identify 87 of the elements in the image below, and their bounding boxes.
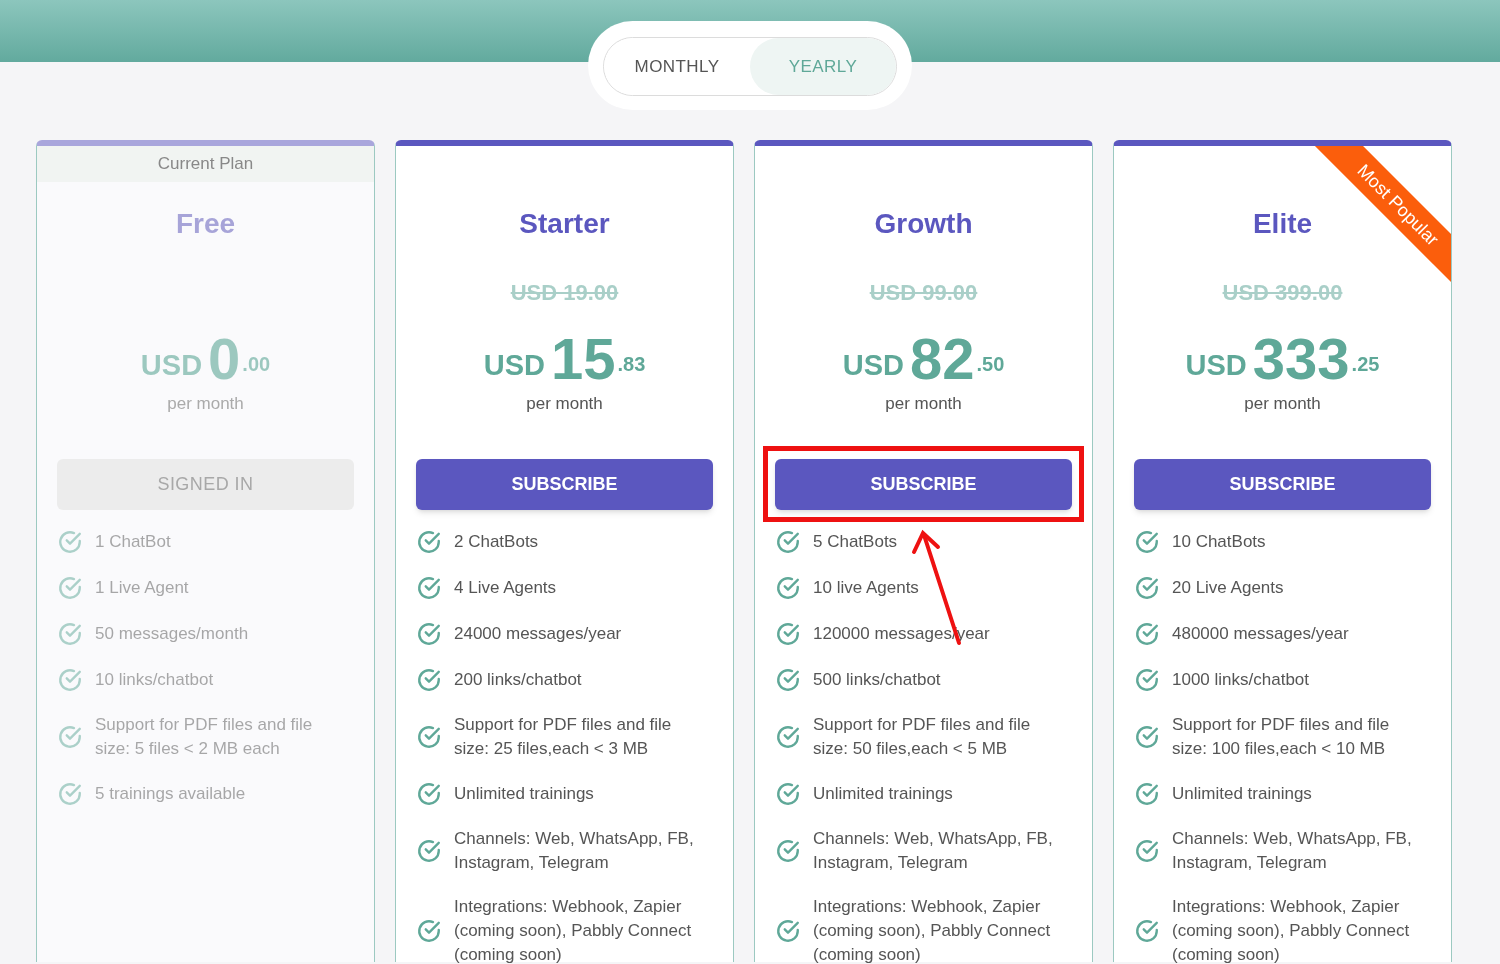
price-amount: 0 (208, 330, 241, 388)
feature-text: Unlimited trainings (813, 783, 954, 805)
price-currency: USD (140, 351, 203, 380)
check-circle-icon (1134, 918, 1160, 944)
subscribe-button[interactable]: SUBSCRIBE (416, 459, 713, 510)
check-circle-icon (1134, 621, 1160, 647)
plan-title: Free (175, 208, 236, 239)
check-circle-icon (416, 667, 442, 693)
price-currency: USD (842, 351, 904, 380)
feature-text: 1 ChatBot (95, 531, 172, 553)
feature-text: 200 links/chatbot (454, 669, 583, 691)
check-circle-icon (1134, 781, 1160, 807)
feature-text: Channels: Web, WhatsApp, FB, Instagram, Telegram (813, 828, 1054, 874)
check-circle-icon (775, 918, 801, 944)
feature-text: Support for PDF files and file size: 25 files,each < 3 MB (454, 714, 673, 760)
subscribe-button: SIGNED IN (57, 459, 354, 510)
check-circle-icon (57, 724, 83, 750)
feature-text: 2 ChatBots (454, 531, 540, 553)
feature-text: 480000 messages/year (1172, 623, 1350, 645)
feature-text: 24000 messages/year (454, 623, 623, 645)
check-circle-icon (775, 529, 801, 555)
check-circle-icon (1134, 575, 1160, 601)
feature-text: 1000 links/chatbot (1172, 669, 1311, 691)
price-amount: 15 (550, 330, 616, 388)
price-cents: .50 (976, 354, 1005, 374)
check-circle-icon (57, 529, 83, 555)
check-circle-icon (775, 667, 801, 693)
check-circle-icon (775, 838, 801, 864)
feature-text: Channels: Web, WhatsApp, FB, Instagram, Telegram (454, 828, 695, 874)
plan-title: Elite (1252, 208, 1313, 239)
feature-text: Support for PDF files and file size: 5 files < 2 MB each (95, 714, 314, 760)
period-label: per month (885, 394, 962, 413)
plan-title: Starter (519, 208, 610, 239)
price-currency: USD (1185, 351, 1247, 380)
check-circle-icon (416, 724, 442, 750)
price-cents: .25 (1351, 354, 1380, 374)
check-circle-icon (57, 621, 83, 647)
check-circle-icon (1134, 838, 1160, 864)
price-cents: .83 (617, 354, 646, 374)
check-circle-icon (1134, 529, 1160, 555)
feature-text: 500 links/chatbot (813, 669, 942, 691)
current-plan-label: Current Plan (37, 146, 374, 182)
feature-text: 10 links/chatbot (95, 669, 215, 691)
feature-text: Support for PDF files and file size: 100 files,each < 10 MB (1172, 714, 1391, 760)
check-circle-icon (416, 529, 442, 555)
check-circle-icon (416, 838, 442, 864)
feature-text: Unlimited trainings (1172, 783, 1313, 805)
period-label: per month (1244, 394, 1321, 413)
check-circle-icon (416, 621, 442, 647)
feature-text: Unlimited trainings (454, 783, 595, 805)
price-currency: USD (483, 351, 545, 380)
feature-text: Integrations: Webhook, Zapier (coming soon), Pabbly Connect (coming soon) (454, 896, 693, 964)
check-circle-icon (416, 918, 442, 944)
check-circle-icon (1134, 724, 1160, 750)
feature-text: 50 messages/month (95, 623, 250, 645)
check-circle-icon (57, 575, 83, 601)
feature-text: 1 Live Agent (95, 577, 190, 599)
feature-text: Channels: Web, WhatsApp, FB, Instagram, Telegram (1172, 828, 1413, 874)
check-circle-icon (1134, 667, 1160, 693)
plan-title: Growth (874, 208, 973, 239)
price-amount: 82 (909, 330, 975, 388)
old-price: USD 19.00 (510, 280, 619, 305)
feature-text: 20 Live Agents (1172, 577, 1285, 599)
feature-text: 5 ChatBots (813, 531, 899, 553)
check-circle-icon (57, 667, 83, 693)
feature-text: Integrations: Webhook, Zapier (coming soon), Pabbly Connect (coming soon) (813, 896, 1052, 964)
check-circle-icon (57, 781, 83, 807)
check-circle-icon (775, 575, 801, 601)
price-amount: 333 (1252, 330, 1350, 388)
check-circle-icon (775, 724, 801, 750)
feature-text: Support for PDF files and file size: 50 files,each < 5 MB (813, 714, 1032, 760)
check-circle-icon (775, 621, 801, 647)
check-circle-icon (775, 781, 801, 807)
feature-text: 10 live Agents (813, 577, 920, 599)
check-circle-icon (416, 781, 442, 807)
check-circle-icon (416, 575, 442, 601)
feature-text: 10 ChatBots (1172, 531, 1267, 553)
feature-text: 4 Live Agents (454, 577, 558, 599)
feature-text: Integrations: Webhook, Zapier (coming soon), Pabbly Connect (coming soon) (1172, 896, 1411, 964)
subscribe-button[interactable]: SUBSCRIBE (1134, 459, 1431, 510)
old-price: USD 99.00 (869, 280, 978, 305)
price-cents: .00 (242, 354, 271, 374)
subscribe-button[interactable]: SUBSCRIBE (775, 459, 1072, 510)
period-label: per month (167, 394, 244, 413)
old-price: USD 399.00 (1222, 280, 1343, 305)
period-label: per month (526, 394, 603, 413)
feature-text: 5 trainings available (95, 783, 247, 805)
